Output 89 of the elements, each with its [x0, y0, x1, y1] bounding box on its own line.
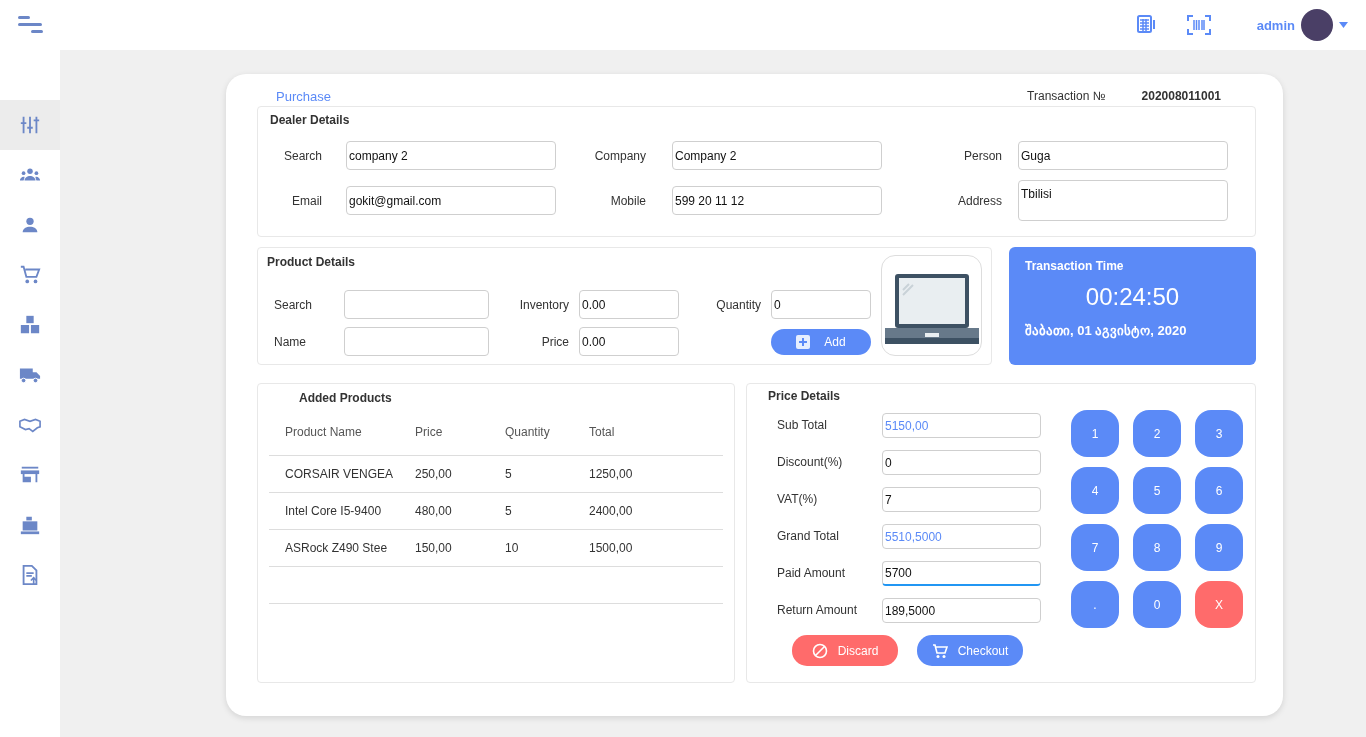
input-field[interactable]: [344, 327, 489, 356]
field-label: Price: [540, 334, 569, 349]
username[interactable]: admin: [1256, 17, 1295, 33]
calculator-icon[interactable]: [1136, 15, 1155, 35]
table-cell: CORSAIR VENGEA: [269, 455, 399, 493]
field-label: Name: [274, 334, 307, 349]
table-cell: Intel Core I5-9400: [269, 492, 399, 530]
cart-icon: [19, 264, 41, 286]
keypad-key[interactable]: 5: [1133, 467, 1181, 514]
discard-button[interactable]: Discard: [792, 635, 898, 666]
keypad-key[interactable]: 3: [1195, 410, 1243, 457]
field-label: Mobile: [609, 193, 647, 208]
caret-icon[interactable]: [1339, 22, 1348, 28]
keypad-key[interactable]: 2: [1133, 410, 1181, 457]
keypad-key[interactable]: 7: [1071, 524, 1119, 571]
input-field[interactable]: 0: [771, 290, 871, 319]
keypad-key[interactable]: 4: [1071, 467, 1119, 514]
table-cell: ASRock Z490 Stee: [269, 529, 399, 567]
table-cell: 1250,00: [573, 455, 723, 493]
input-field[interactable]: 7: [882, 487, 1041, 512]
field-label: Paid Amount: [777, 565, 847, 582]
prohibited-icon: [811, 642, 828, 659]
section-title: Price Details: [768, 389, 842, 403]
panel-title: Transaction Time: [1025, 259, 1125, 273]
input-field[interactable]: 189,5000: [882, 598, 1041, 623]
transaction-label: Transaction №: [1027, 89, 1106, 103]
boxes-icon: [19, 314, 41, 336]
table-cell: 10: [489, 529, 573, 567]
keypad-key[interactable]: .: [1071, 581, 1119, 628]
input-field[interactable]: 5510,5000: [882, 524, 1041, 549]
transaction-date: შაბათი, 01 აგვისტო, 2020: [1025, 323, 1188, 338]
input-field[interactable]: Guga: [1018, 141, 1228, 170]
field-label: Person: [962, 148, 1003, 163]
elapsed-time: 00:24:50: [1084, 283, 1181, 311]
table-cell: 2400,00: [573, 492, 723, 530]
column-header: Price: [399, 425, 489, 456]
input-field[interactable]: 0.00: [579, 327, 679, 356]
field-label: Grand Total: [777, 528, 840, 545]
transaction-number: 202008011001: [1141, 89, 1221, 103]
field-label: VAT(%): [777, 491, 819, 508]
section-title: Added Products: [298, 391, 393, 405]
table-cell: 480,00: [399, 492, 489, 530]
keypad-key[interactable]: 9: [1195, 524, 1243, 571]
input-field[interactable]: Company 2: [672, 141, 882, 170]
section-title: Product Details: [267, 255, 357, 269]
field-label: Address: [956, 193, 1003, 208]
input-field[interactable]: 0.00: [579, 290, 679, 319]
sidebar-item[interactable]: [0, 100, 60, 150]
menu-icon[interactable]: [18, 16, 44, 34]
checkout-button[interactable]: Checkout: [917, 635, 1023, 666]
cart-icon: [931, 642, 948, 659]
field-label: Inventory: [518, 297, 569, 312]
input-field[interactable]: [344, 290, 489, 319]
section-title: Dealer Details: [270, 113, 351, 127]
table-cell: 5: [489, 455, 573, 493]
barcode-scan-icon[interactable]: [1186, 15, 1211, 35]
sliders-icon: [19, 114, 41, 136]
field-label: Quantity: [715, 297, 761, 312]
field-label: Sub Total: [777, 417, 828, 434]
input-field[interactable]: 5700: [882, 561, 1041, 586]
table-cell: 250,00: [399, 455, 489, 493]
column-header: Quantity: [489, 425, 573, 456]
field-label: Email: [291, 193, 323, 208]
field-label: Return Amount: [777, 602, 859, 619]
page-title: Purchase: [276, 88, 332, 104]
table-cell: 5: [489, 492, 573, 530]
keypad-key[interactable]: 6: [1195, 467, 1243, 514]
add-button[interactable]: Add: [771, 328, 871, 355]
keypad-key[interactable]: 1: [1071, 410, 1119, 457]
field-label: Company: [593, 148, 647, 163]
input-field[interactable]: 0: [882, 450, 1041, 475]
address-field[interactable]: Tbilisi: [1018, 180, 1228, 221]
input-field[interactable]: 599 20 11 12: [672, 186, 882, 215]
avatar-photo-placeholder[interactable]: [1301, 9, 1333, 41]
clear-key[interactable]: X: [1195, 581, 1243, 628]
input-field[interactable]: gokit@gmail.com: [346, 186, 556, 215]
field-label: Search: [282, 148, 323, 163]
keypad-key[interactable]: 0: [1133, 581, 1181, 628]
field-label: Discount(%): [777, 454, 844, 471]
input-field[interactable]: company 2: [346, 141, 556, 170]
column-header: Product Name: [269, 425, 399, 456]
table-cell: 1500,00: [573, 529, 723, 567]
keypad-key[interactable]: 8: [1133, 524, 1181, 571]
input-field[interactable]: 5150,00: [882, 413, 1041, 438]
column-header: Total: [573, 425, 723, 456]
field-label: Search: [274, 297, 314, 312]
plus-icon: [796, 334, 811, 349]
register-icon: [19, 514, 41, 536]
table-cell: 150,00: [399, 529, 489, 567]
